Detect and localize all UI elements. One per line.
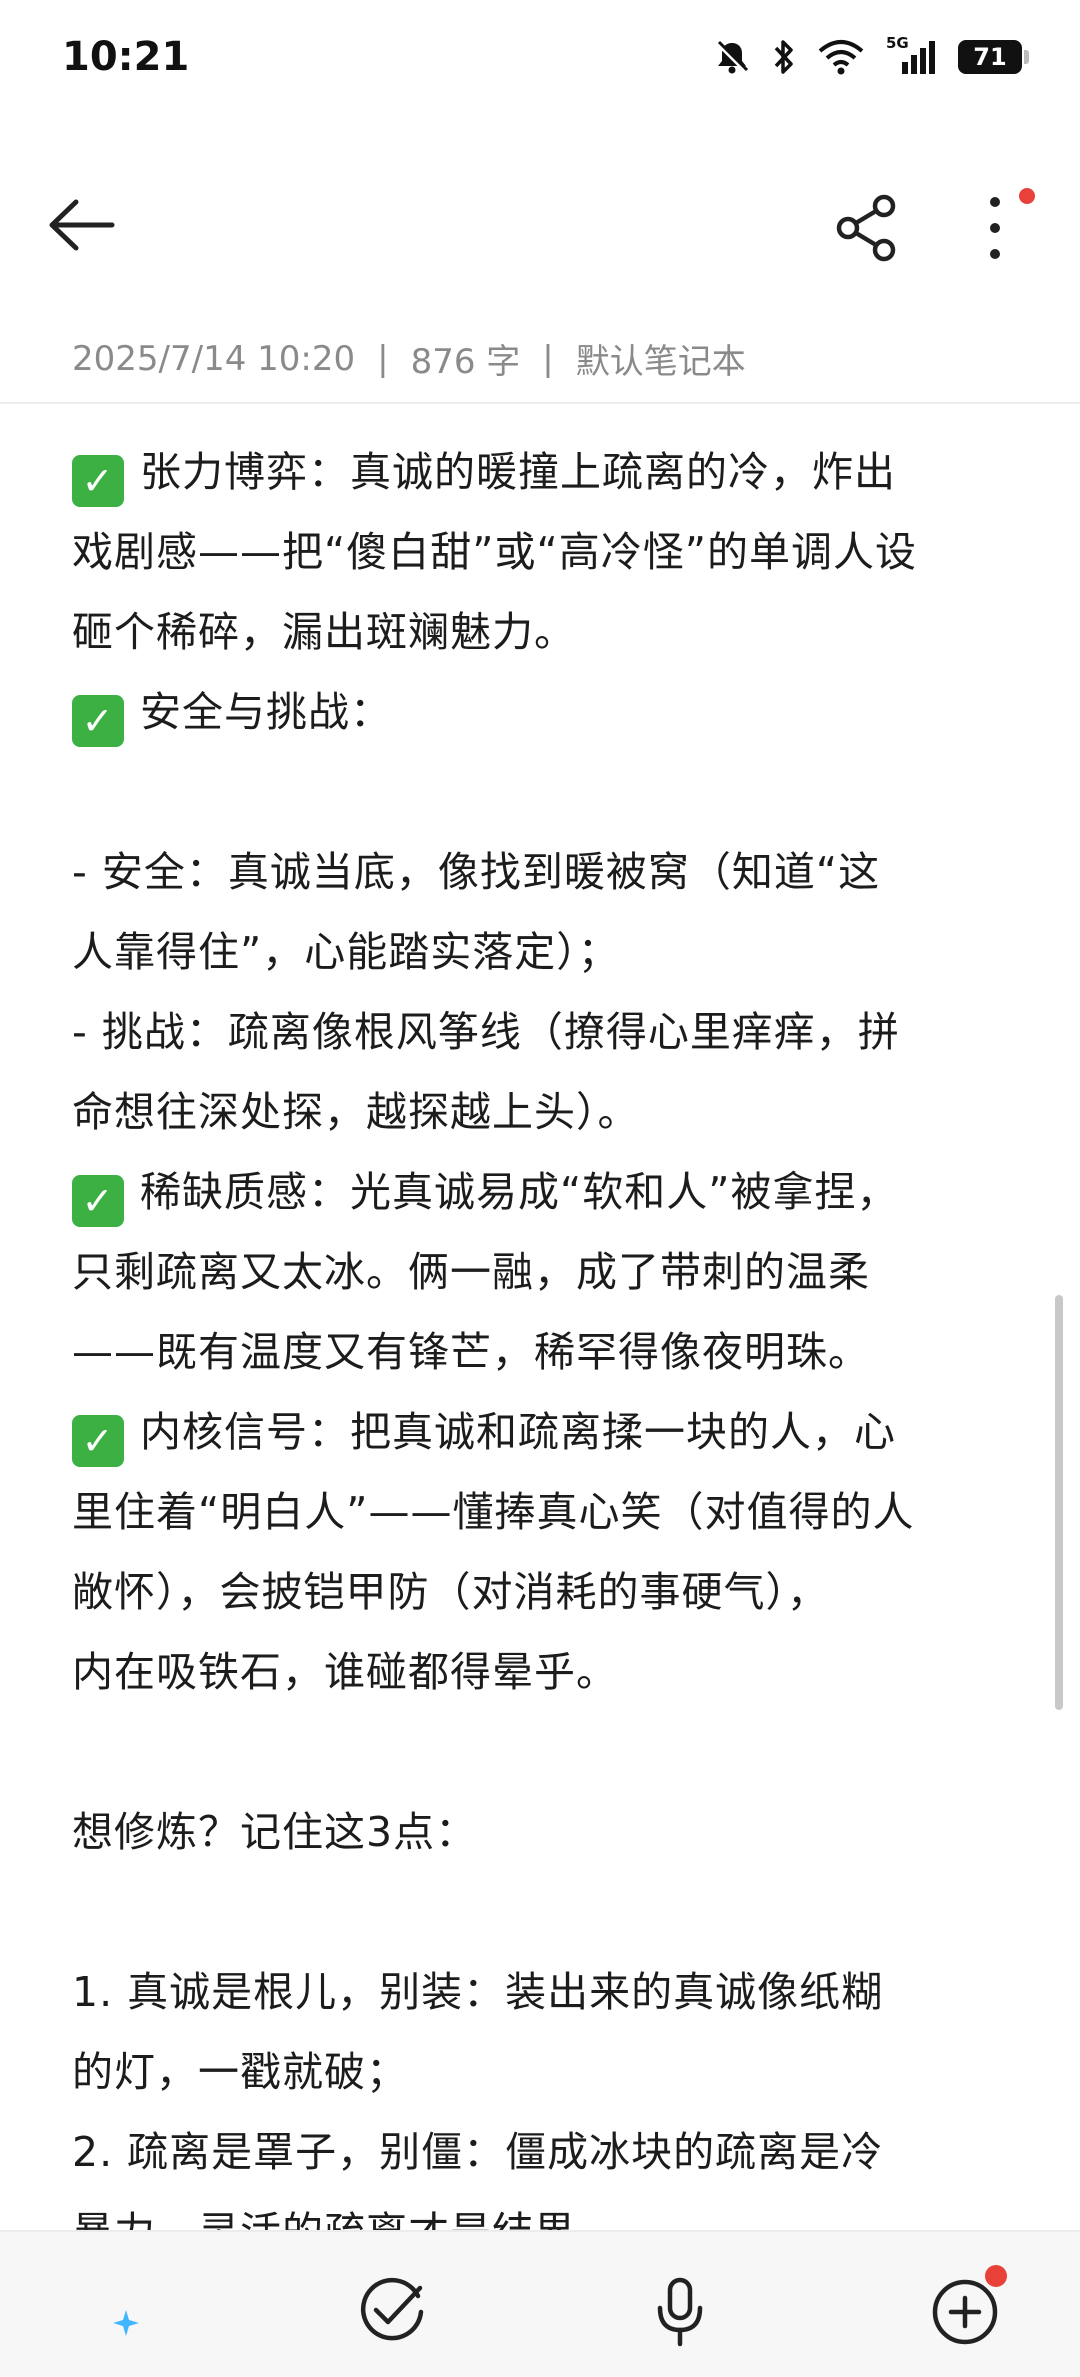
note-line-text: 内核信号：把真诚和疏离揉一块的人，心	[140, 1408, 896, 1456]
note-line-text: 稀缺质感：光真诚易成“软和人”被拿捏，	[140, 1168, 899, 1216]
note-line: 命想往深处探，越探越上头）。	[72, 1072, 1020, 1152]
battery-indicator: 71	[958, 40, 1029, 74]
checklist-button[interactable]	[352, 2272, 432, 2352]
note-line: ——既有温度又有锋芒，稀罕得像夜明珠。	[72, 1312, 1020, 1392]
arrow-left-icon	[49, 199, 115, 251]
ai-sparkle-list-icon	[80, 2290, 139, 2336]
note-line: 戏剧感——把“傻白甜”或“高冷怪”的单调人设	[72, 512, 1020, 592]
note-line-text: 命想往深处探，越探越上头）。	[72, 1088, 640, 1136]
note-line: ✓ 稀缺质感：光真诚易成“软和人”被拿捏，	[72, 1152, 1020, 1232]
note-line: 敞怀），会披铠甲防（对消耗的事硬气），	[72, 1552, 1020, 1632]
check-mark-icon: ✓	[72, 1175, 124, 1227]
note-line-text: - 安全：真诚当底，像找到暖被窝（知道“这	[72, 848, 881, 896]
note-datetime: 2025/7/14 10:20	[72, 338, 356, 379]
note-meta: 2025/7/14 10:20 | 876 字 | 默认笔记本	[72, 334, 746, 383]
note-line-text: 2. 疏离是罩子，别僵：僵成冰块的疏离是冷	[72, 2128, 884, 2176]
note-line: 想修炼？记住这3点：	[72, 1792, 1020, 1872]
microphone-icon	[657, 2277, 703, 2347]
share-icon	[836, 194, 896, 262]
note-line: 只剩疏离又太冰。俩一融，成了带刺的温柔	[72, 1232, 1020, 1312]
note-line-text: 暴力，灵活的疏离才是结界。	[72, 2208, 618, 2232]
note-line	[72, 1712, 1020, 1792]
add-notification-dot	[985, 2265, 1007, 2287]
check-mark-icon: ✓	[72, 695, 124, 747]
note-line: - 安全：真诚当底，像找到暖被窝（知道“这	[72, 832, 1020, 912]
scrollbar[interactable]	[1055, 1295, 1063, 1710]
note-line-text: 张力博弈：真诚的暖撞上疏离的冷，炸出	[140, 448, 896, 496]
bottom-toolbar	[0, 2230, 1080, 2377]
note-line-text: ——既有温度又有锋芒，稀罕得像夜明珠。	[72, 1328, 870, 1376]
more-vertical-icon	[990, 197, 1000, 259]
note-line-text: 1. 真诚是根儿，别装：装出来的真诚像纸糊	[72, 1968, 884, 2016]
note-line: 砸个稀碎，漏出斑斓魅力。	[72, 592, 1020, 672]
check-mark-icon: ✓	[72, 1415, 124, 1467]
note-line: ✓ 安全与挑战：	[72, 672, 1020, 752]
note-line-text: 人靠得住”，心能踏实落定）；	[72, 928, 620, 976]
note-line: 2. 疏离是罩子，别僵：僵成冰块的疏离是冷	[72, 2112, 1020, 2192]
note-line: 暴力，灵活的疏离才是结界。	[72, 2192, 1020, 2232]
battery-level: 71	[973, 43, 1007, 71]
back-button[interactable]	[40, 190, 130, 260]
top-toolbar	[0, 160, 1080, 290]
note-line-text: 敞怀），会披铠甲防（对消耗的事硬气），	[72, 1568, 829, 1616]
notebook-name[interactable]: 默认笔记本	[576, 334, 746, 383]
note-line-text: 只剩疏离又太冰。俩一融，成了带刺的温柔	[72, 1248, 870, 1296]
status-bar: 10:21 5G 71	[0, 0, 1080, 125]
note-line-text: 内在吸铁石，谁碰都得晕乎。	[72, 1648, 618, 1696]
note-line-text: 戏剧感——把“傻白甜”或“高冷怪”的单调人设	[72, 528, 917, 576]
header-divider	[0, 402, 1080, 404]
note-line: 内在吸铁石，谁碰都得晕乎。	[72, 1632, 1020, 1712]
note-line: 人靠得住”，心能踏实落定）；	[72, 912, 1020, 992]
more-options-button[interactable]	[960, 190, 1030, 270]
note-line: 1. 真诚是根儿，别装：装出来的真诚像纸糊	[72, 1952, 1020, 2032]
note-line-text: 想修炼？记住这3点：	[72, 1808, 478, 1856]
note-line	[72, 1872, 1020, 1952]
bluetooth-icon	[774, 40, 793, 74]
ai-format-button[interactable]	[68, 2272, 148, 2352]
status-icons: 5G 71	[714, 34, 1029, 76]
checklist-icon	[360, 2277, 424, 2341]
meta-separator: |	[542, 338, 554, 379]
note-body[interactable]: ✓ 张力博弈：真诚的暖撞上疏离的冷，炸出戏剧感——把“傻白甜”或“高冷怪”的单调人…	[72, 432, 1020, 2232]
note-line-text: 里住着“明白人”——懂捧真心笑（对值得的人	[72, 1488, 915, 1536]
note-line: 的灯，一戳就破；	[72, 2032, 1020, 2112]
note-line: 里住着“明白人”——懂捧真心笑（对值得的人	[72, 1472, 1020, 1552]
cellular-signal-icon: 5G	[886, 34, 936, 76]
check-mark-icon: ✓	[72, 455, 124, 507]
word-count: 876 字	[410, 342, 521, 382]
note-line: ✓ 张力博弈：真诚的暖撞上疏离的冷，炸出	[72, 432, 1020, 512]
note-line: - 挑战：疏离像根风筝线（撩得心里痒痒，拼	[72, 992, 1020, 1072]
note-line: ✓ 内核信号：把真诚和疏离揉一块的人，心	[72, 1392, 1020, 1472]
note-line-text: - 挑战：疏离像根风筝线（撩得心里痒痒，拼	[72, 1008, 900, 1056]
wifi-icon	[818, 40, 864, 75]
note-line-text: 砸个稀碎，漏出斑斓魅力。	[72, 608, 576, 656]
bell-muted-icon	[716, 40, 749, 74]
share-button[interactable]	[830, 190, 910, 270]
notification-dot	[1019, 188, 1035, 204]
note-line-text: 的灯，一戳就破；	[72, 2048, 408, 2096]
status-time: 10:21	[62, 34, 190, 80]
note-line	[72, 752, 1020, 832]
voice-input-button[interactable]	[640, 2272, 720, 2352]
meta-separator: |	[377, 338, 389, 379]
note-line-text: 安全与挑战：	[140, 688, 392, 736]
